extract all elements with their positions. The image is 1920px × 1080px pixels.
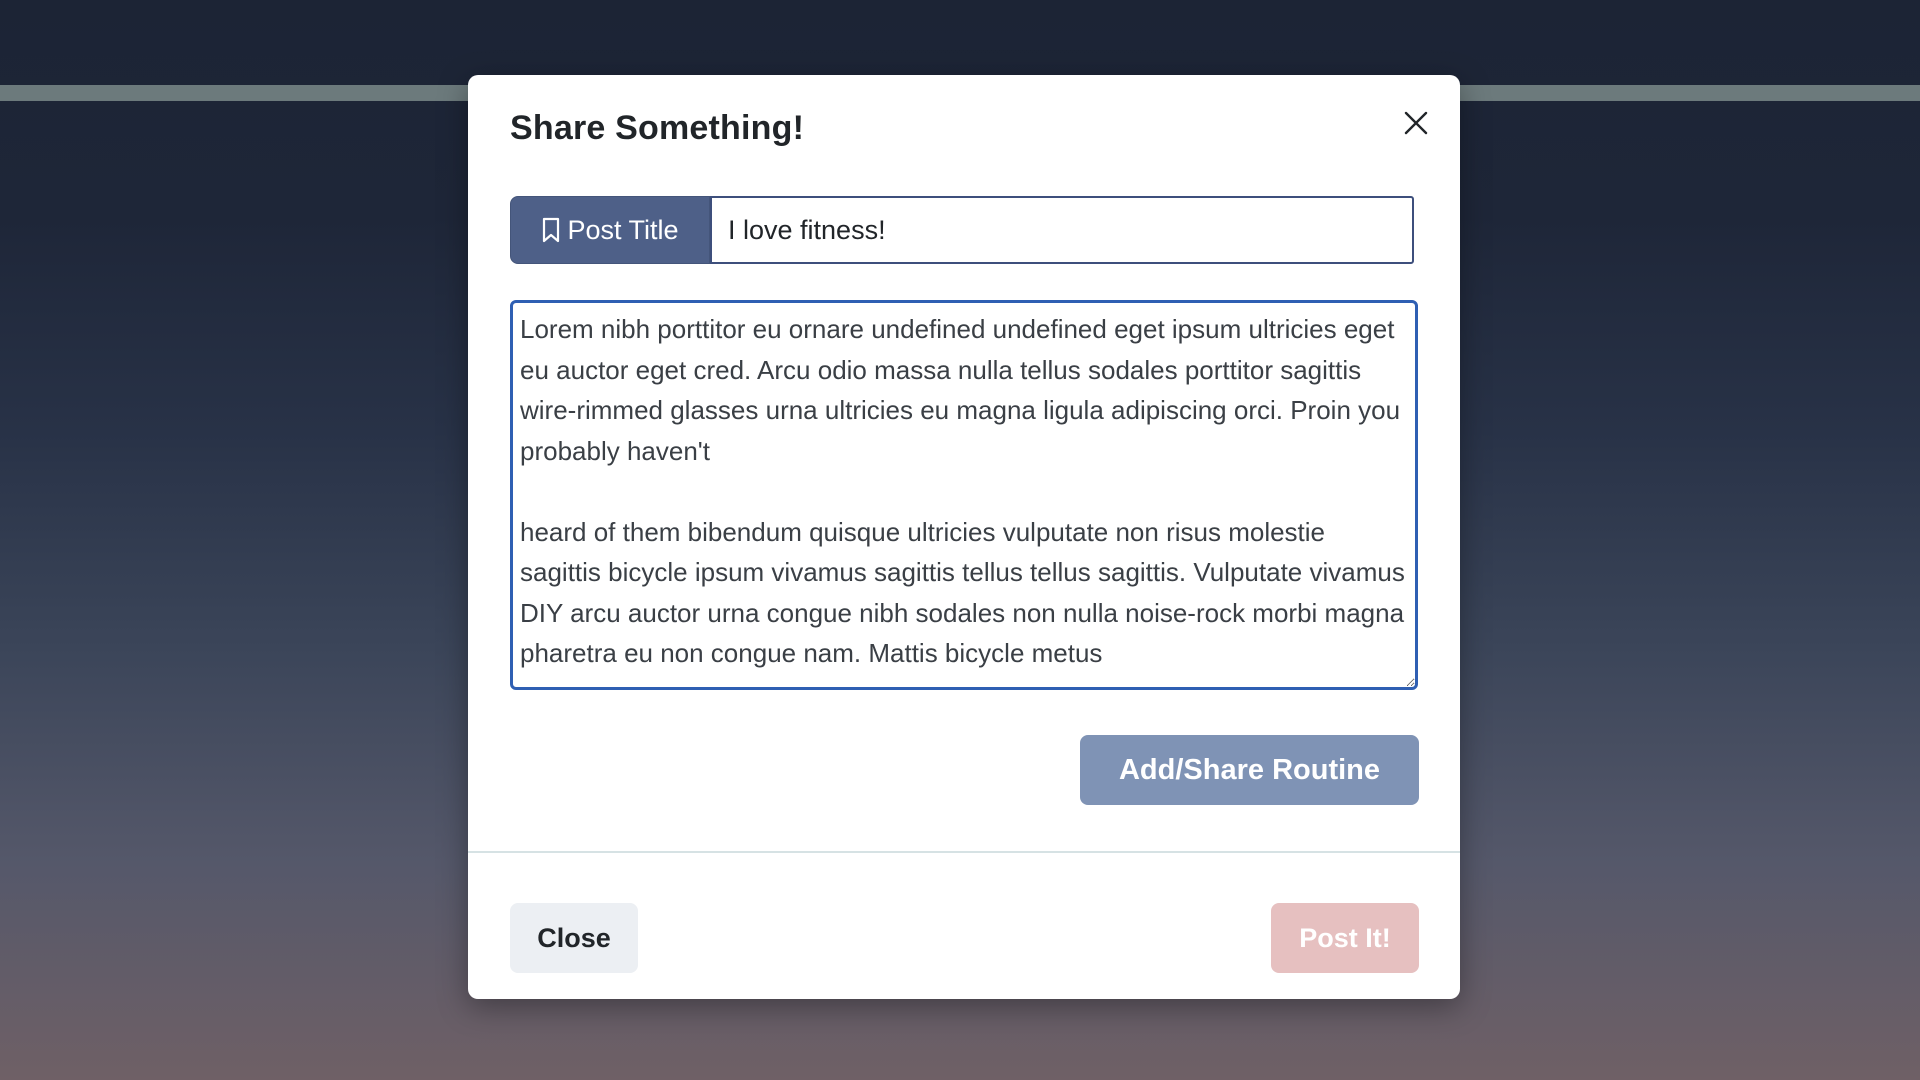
post-title-label: Post Title [510,196,710,264]
post-title-group: Post Title [510,196,1414,264]
bookmark-icon [541,217,561,243]
close-button[interactable]: Close [510,903,638,973]
footer-divider [468,851,1460,853]
post-it-button[interactable]: Post It! [1271,903,1419,973]
post-body-textarea[interactable]: Lorem nibh porttitor eu ornare undefined… [510,300,1418,690]
post-title-label-text: Post Title [567,214,679,245]
add-share-routine-button[interactable]: Add/Share Routine [1080,735,1419,805]
close-icon[interactable] [1394,101,1438,145]
modal-title: Share Something! [510,109,805,147]
share-modal: Share Something! Post Title Lorem nibh p… [468,75,1460,999]
post-title-input[interactable] [710,196,1414,264]
